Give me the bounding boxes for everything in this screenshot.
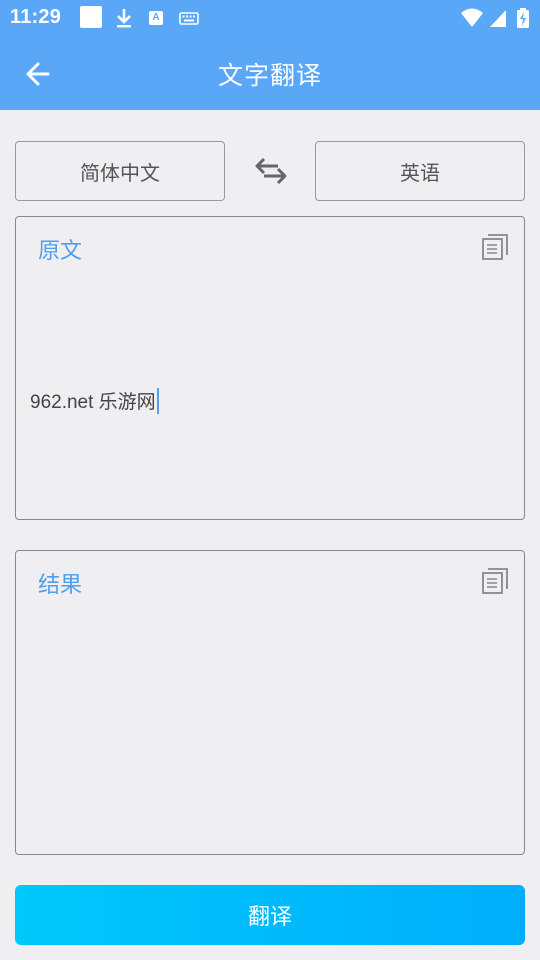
translate-button-label: 翻译 [247, 905, 292, 930]
source-copy-button[interactable] [480, 231, 510, 263]
swap-arrows-icon [255, 157, 287, 185]
result-panel-label: 结果 [38, 573, 83, 598]
result-text-panel: 结果 [15, 550, 525, 855]
swap-languages-button[interactable] [251, 153, 291, 189]
page-title: 文字翻译 [217, 61, 322, 90]
target-language-label: 英语 [400, 160, 440, 185]
app-square-icon [80, 6, 102, 28]
translate-button[interactable]: 翻译 [15, 885, 525, 945]
source-text-panel[interactable]: 原文 962.net 乐游网 [15, 216, 525, 520]
copy-icon [482, 568, 508, 594]
result-text-output [30, 611, 510, 840]
target-language-button[interactable]: 英语 [315, 141, 525, 201]
app-bar: 11:29 A 文字翻译 [0, 0, 540, 110]
status-time: 11:29 [10, 6, 62, 28]
source-language-button[interactable]: 简体中文 [15, 141, 225, 201]
source-text-value: 962.net 乐游网 [30, 392, 156, 413]
a-icon: A [146, 6, 166, 30]
status-bar: 11:29 A [0, 0, 540, 36]
download-icon [114, 6, 134, 30]
toolbar: 文字翻译 [0, 36, 540, 110]
copy-icon [482, 234, 508, 260]
source-panel-label: 原文 [38, 239, 83, 264]
result-copy-button[interactable] [480, 565, 510, 597]
text-cursor [156, 387, 159, 414]
signal-icon [488, 6, 508, 30]
battery-icon [516, 6, 530, 30]
a-icon-label: A [149, 11, 163, 25]
source-language-label: 简体中文 [80, 160, 160, 185]
wifi-icon [460, 6, 484, 30]
keyboard-icon [178, 6, 200, 30]
language-selector-row: 简体中文 英语 [15, 141, 525, 201]
source-text-input[interactable]: 962.net 乐游网 [30, 387, 159, 414]
